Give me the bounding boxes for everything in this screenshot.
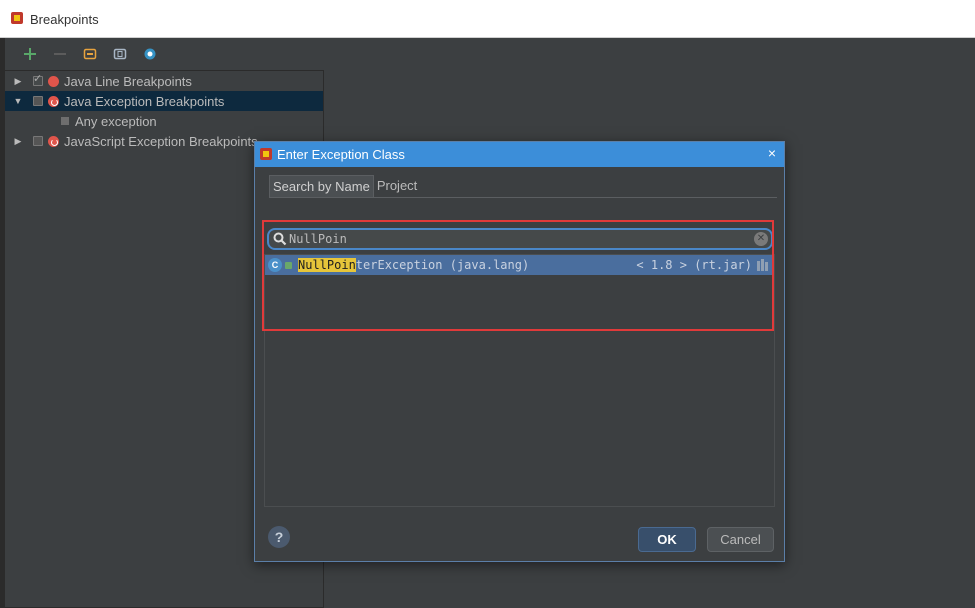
exception-breakpoint-icon [48, 95, 59, 107]
dialog-tabs: Search by Name Project [269, 175, 420, 197]
add-icon[interactable] [20, 44, 40, 64]
tab-project[interactable]: Project [374, 175, 420, 197]
tree-item-label: Java Exception Breakpoints [64, 93, 225, 109]
breakpoints-toolbar [20, 42, 160, 66]
annotation-highlight-box [262, 220, 774, 331]
title-bar: Breakpoints [0, 0, 975, 38]
checkbox[interactable] [33, 72, 43, 86]
expand-arrow-icon[interactable]: ▶ [13, 76, 23, 87]
line-breakpoint-icon [48, 75, 59, 87]
tree-item-java-exception-breakpoints[interactable]: ▼ Java Exception Breakpoints [5, 91, 323, 111]
window-title: Breakpoints [30, 12, 99, 27]
app-icon [260, 148, 272, 160]
checkbox[interactable] [33, 96, 43, 106]
expand-arrow-icon[interactable]: ▶ [13, 136, 23, 147]
dialog-title: Enter Exception Class [277, 147, 405, 162]
group-by-file-icon[interactable] [110, 44, 130, 64]
cancel-button[interactable]: Cancel [707, 527, 774, 552]
view-breakpoints-icon[interactable] [140, 44, 160, 64]
ok-button[interactable]: OK [638, 527, 696, 552]
app-icon [11, 12, 23, 24]
remove-icon[interactable] [50, 44, 70, 64]
enter-exception-class-dialog: Enter Exception Class × Search by Name P… [254, 141, 785, 562]
tree-item-any-exception[interactable]: Any exception [5, 111, 323, 131]
tree-item-java-line-breakpoints[interactable]: ▶ Java Line Breakpoints [5, 71, 323, 91]
exception-breakpoint-icon [48, 135, 59, 147]
group-by-package-icon[interactable] [80, 44, 100, 64]
dialog-title-bar: Enter Exception Class × [255, 142, 784, 167]
checkbox[interactable] [61, 117, 69, 125]
tree-item-label: Java Line Breakpoints [64, 73, 192, 89]
help-icon[interactable]: ? [268, 526, 290, 548]
collapse-arrow-icon[interactable]: ▼ [13, 96, 23, 106]
tree-item-label: Any exception [75, 113, 157, 129]
tab-search-by-name[interactable]: Search by Name [269, 175, 374, 197]
close-icon[interactable]: × [768, 145, 776, 161]
tree-item-label: JavaScript Exception Breakpoints [64, 133, 258, 149]
tab-divider [269, 197, 777, 198]
checkbox[interactable] [33, 136, 43, 146]
